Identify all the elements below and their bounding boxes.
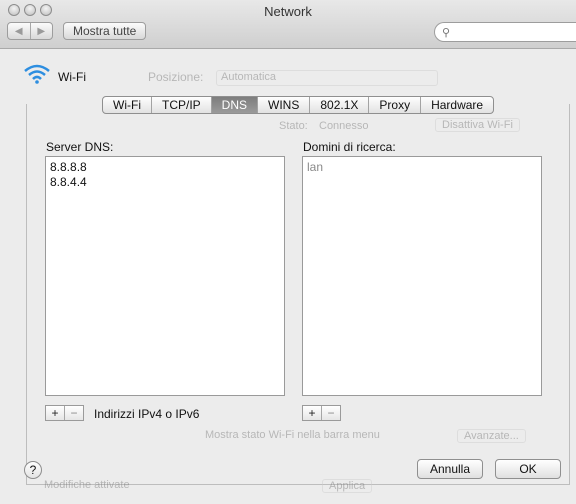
search-icon: ⚲ bbox=[442, 27, 451, 39]
add-search-domain-button[interactable]: + bbox=[303, 406, 321, 420]
status-label: Stato: bbox=[279, 120, 308, 132]
advanced-button: Avanzate... bbox=[457, 429, 526, 443]
dns-servers-hint: Indirizzi IPv4 o IPv6 bbox=[94, 407, 200, 421]
wifi-icon bbox=[24, 64, 50, 84]
location-label: Posizione: bbox=[148, 70, 204, 84]
help-button[interactable]: ? bbox=[24, 461, 42, 479]
service-name: Wi-Fi bbox=[58, 70, 86, 84]
search-field[interactable]: ⚲ bbox=[434, 22, 576, 42]
dns-servers-label: Server DNS: bbox=[46, 140, 114, 154]
status-value: Connesso bbox=[319, 120, 369, 132]
tab-proxy[interactable]: Proxy bbox=[369, 97, 422, 113]
remove-search-domain-button[interactable]: − bbox=[321, 406, 340, 420]
chevron-right-icon[interactable]: ▶ bbox=[31, 23, 53, 39]
ok-button[interactable]: OK bbox=[495, 459, 561, 479]
modifications-label: Modifiche attivate bbox=[44, 479, 130, 491]
search-domains-label: Domini di ricerca: bbox=[303, 140, 396, 154]
dns-servers-list[interactable]: 8.8.8.8 8.8.4.4 bbox=[45, 156, 285, 396]
dns-servers-add-remove: + − bbox=[45, 405, 84, 421]
add-dns-server-button[interactable]: + bbox=[46, 406, 64, 420]
show-all-button[interactable]: Mostra tutte bbox=[63, 22, 147, 40]
location-popup: Automatica bbox=[216, 70, 438, 86]
search-domains-list[interactable]: lan bbox=[302, 156, 542, 396]
tab-tcpip[interactable]: TCP/IP bbox=[152, 97, 212, 113]
apply-button: Applica bbox=[322, 479, 373, 493]
chevron-left-icon[interactable]: ◀ bbox=[8, 23, 31, 39]
back-forward-control[interactable]: ◀ ▶ bbox=[7, 22, 53, 40]
menu-checkbox-label: Mostra stato Wi-Fi nella barra menu bbox=[205, 429, 380, 441]
list-item[interactable]: 8.8.8.8 bbox=[50, 160, 280, 175]
list-item[interactable]: 8.8.4.4 bbox=[50, 175, 280, 190]
tab-dns[interactable]: DNS bbox=[211, 97, 258, 113]
list-item[interactable]: lan bbox=[307, 160, 537, 175]
cancel-button[interactable]: Annulla bbox=[417, 459, 483, 479]
tab-bar: Wi-Fi TCP/IP DNS WINS 802.1X Proxy Hardw… bbox=[102, 96, 495, 114]
tab-wifi[interactable]: Wi-Fi bbox=[103, 97, 152, 113]
tab-8021x[interactable]: 802.1X bbox=[310, 97, 370, 113]
window-title: Network bbox=[264, 4, 312, 19]
tab-wins[interactable]: WINS bbox=[258, 97, 311, 113]
tab-hardware[interactable]: Hardware bbox=[421, 97, 493, 113]
search-domains-add-remove: + − bbox=[302, 405, 341, 421]
turn-off-wifi-button: Disattiva Wi-Fi bbox=[435, 118, 520, 132]
window-titlebar: Network ◀ ▶ Mostra tutte ⚲ bbox=[0, 0, 576, 49]
remove-dns-server-button[interactable]: − bbox=[64, 406, 83, 420]
